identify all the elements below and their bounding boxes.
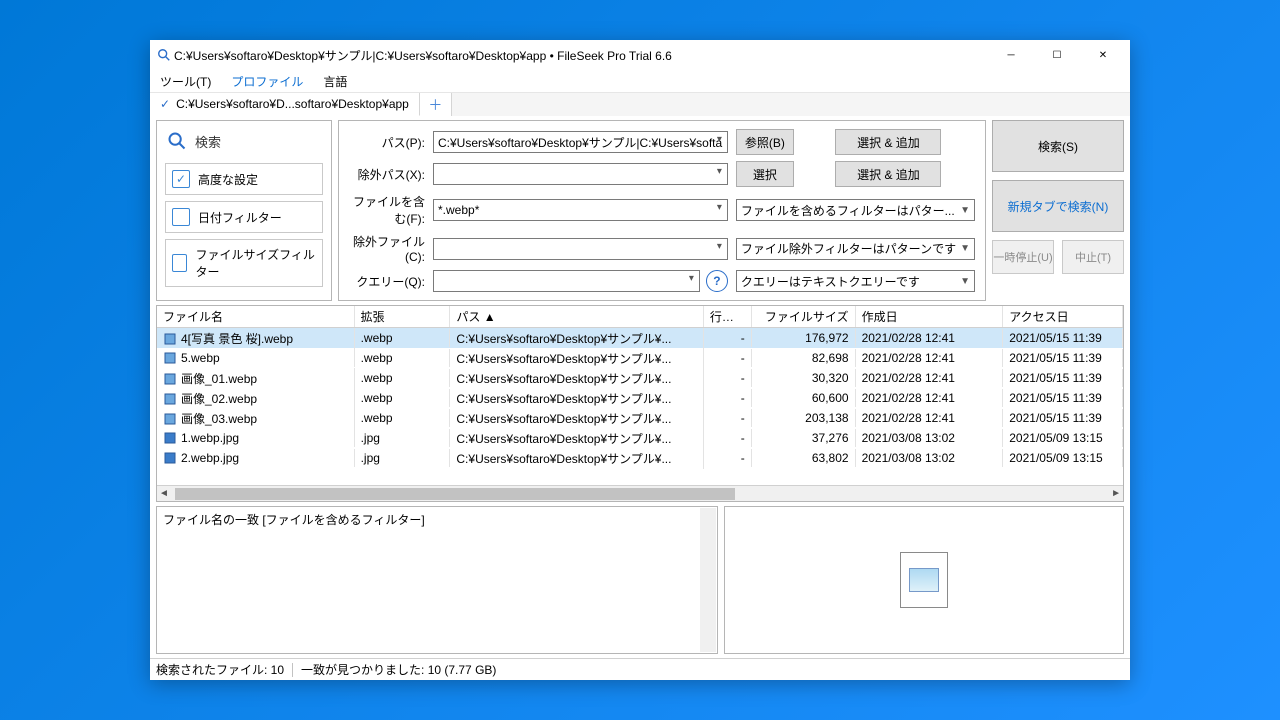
file-icon [163, 372, 177, 386]
search-form: パス(P): 参照(B) 選択 & 追加 除外パス(X): 選択 選択 & 追加… [338, 120, 986, 301]
select-add-button-1[interactable]: 選択 & 追加 [835, 129, 941, 155]
app-icon [156, 47, 172, 63]
tab-active[interactable]: ✓ C:¥Users¥softaro¥D...softaro¥Desktop¥a… [150, 93, 420, 116]
new-tab-search-button[interactable]: 新規タブで検索(N) [992, 180, 1124, 232]
close-button[interactable]: ✕ [1080, 40, 1126, 70]
scroll-right-icon[interactable]: ► [1111, 488, 1121, 499]
sidebar-advanced[interactable]: ✓ 高度な設定 [165, 163, 323, 195]
table-row[interactable]: 2.webp.jpg.jpgC:¥Users¥softaro¥Desktop¥サ… [157, 448, 1123, 468]
query-label: クエリー(Q): [349, 273, 425, 290]
query-type-dropdown[interactable]: クエリーはテキストクエリーです▼ [736, 270, 975, 292]
query-help-icon[interactable]: ? [706, 270, 728, 292]
table-row[interactable]: 4[写真 景色 桜].webp.webpC:¥Users¥softaro¥Des… [157, 328, 1123, 348]
status-found: 検索されたファイル: 10 [156, 661, 284, 678]
titlebar[interactable]: C:¥Users¥softaro¥Desktop¥サンプル|C:¥Users¥s… [150, 40, 1130, 70]
checkbox-icon [172, 254, 187, 272]
menu-profile[interactable]: プロファイル [227, 71, 307, 92]
checkbox-checked-icon: ✓ [172, 170, 190, 188]
status-matches: 一致が見つかりました: 10 (7.77 GB) [301, 661, 496, 678]
exclude-path-input[interactable] [433, 163, 728, 185]
checkbox-icon [172, 208, 190, 226]
sidebar: 検索 ✓ 高度な設定 日付フィルター ファイルサイズフィルター [156, 120, 332, 301]
file-icon [163, 451, 177, 465]
browse-button[interactable]: 参照(B) [736, 129, 794, 155]
include-filter-dropdown[interactable]: ファイルを含めるフィルターはパター...▼ [736, 199, 975, 221]
stop-button: 中止(T) [1062, 240, 1124, 274]
table-row[interactable]: 5.webp.webpC:¥Users¥softaro¥Desktop¥サンプル… [157, 348, 1123, 368]
statusbar: 検索されたファイル: 10 一致が見つかりました: 10 (7.77 GB) [150, 658, 1130, 680]
sidebar-size-filter[interactable]: ファイルサイズフィルター [165, 239, 323, 287]
select-button[interactable]: 選択 [736, 161, 794, 187]
check-icon: ✓ [160, 97, 170, 111]
file-icon [163, 351, 177, 365]
table-row[interactable]: 画像_01.webp.webpC:¥Users¥softaro¥Desktop¥… [157, 368, 1123, 388]
vertical-scrollbar[interactable] [700, 508, 716, 652]
sidebar-advanced-label: 高度な設定 [198, 171, 258, 188]
chevron-down-icon: ▼ [960, 243, 970, 254]
results-grid: ファイル名 拡張 パス ▲ 行番号 ファイルサイズ 作成日 アクセス日 4[写真… [156, 305, 1124, 502]
query-input[interactable] [433, 270, 700, 292]
include-input[interactable] [433, 199, 728, 221]
match-text: ファイル名の一致 [ファイルを含めるフィルター] [157, 507, 717, 532]
exclude-filter-dropdown[interactable]: ファイル除外フィルターはパターンです▼ [736, 238, 975, 260]
grid-header: ファイル名 拡張 パス ▲ 行番号 ファイルサイズ 作成日 アクセス日 [157, 306, 1123, 328]
path-input[interactable] [433, 131, 728, 153]
file-icon [163, 392, 177, 406]
col-size[interactable]: ファイルサイズ [752, 306, 856, 327]
sidebar-size-filter-label: ファイルサイズフィルター [195, 246, 316, 280]
col-line[interactable]: 行番号 [704, 306, 752, 327]
select-add-button-2[interactable]: 選択 & 追加 [835, 161, 941, 187]
add-tab-button[interactable]: ＋ [420, 93, 452, 116]
table-row[interactable]: 1.webp.jpg.jpgC:¥Users¥softaro¥Desktop¥サ… [157, 428, 1123, 448]
exclude-path-label: 除外パス(X): [349, 166, 425, 183]
col-ext[interactable]: 拡張 [355, 306, 451, 327]
minimize-button[interactable]: ─ [988, 40, 1034, 70]
horizontal-scrollbar[interactable]: ◄ ► [157, 485, 1123, 501]
scroll-left-icon[interactable]: ◄ [159, 488, 169, 499]
menubar: ツール(T) プロファイル 言語 [150, 70, 1130, 92]
search-icon [167, 131, 187, 151]
path-label: パス(P): [349, 134, 425, 151]
file-icon [163, 412, 177, 426]
table-row[interactable]: 画像_03.webp.webpC:¥Users¥softaro¥Desktop¥… [157, 408, 1123, 428]
grid-body[interactable]: 4[写真 景色 桜].webp.webpC:¥Users¥softaro¥Des… [157, 328, 1123, 485]
sidebar-date-filter-label: 日付フィルター [198, 209, 282, 226]
file-icon [163, 332, 177, 346]
col-path[interactable]: パス ▲ [450, 306, 703, 327]
menu-language[interactable]: 言語 [319, 71, 351, 92]
sidebar-search-label: 検索 [195, 132, 221, 151]
file-icon [163, 431, 177, 445]
include-label: ファイルを含む(F): [349, 193, 425, 227]
app-window: C:¥Users¥softaro¥Desktop¥サンプル|C:¥Users¥s… [150, 40, 1130, 680]
sidebar-search-heading: 検索 [165, 129, 323, 157]
col-accessed[interactable]: アクセス日 [1003, 306, 1123, 327]
window-title: C:¥Users¥softaro¥Desktop¥サンプル|C:¥Users¥s… [174, 47, 672, 64]
pause-button: 一時停止(U) [992, 240, 1054, 274]
scroll-thumb[interactable] [175, 488, 735, 500]
chevron-down-icon: ▼ [960, 276, 970, 287]
preview-panel [724, 506, 1124, 654]
exclude-file-label: 除外ファイル(C): [349, 233, 425, 264]
image-thumbnail-icon [900, 552, 948, 608]
sidebar-date-filter[interactable]: 日付フィルター [165, 201, 323, 233]
maximize-button[interactable]: ☐ [1034, 40, 1080, 70]
table-row[interactable]: 画像_02.webp.webpC:¥Users¥softaro¥Desktop¥… [157, 388, 1123, 408]
exclude-file-input[interactable] [433, 238, 728, 260]
tab-label: C:¥Users¥softaro¥D...softaro¥Desktop¥app [176, 97, 409, 111]
chevron-down-icon: ▼ [960, 205, 970, 216]
action-column: 検索(S) 新規タブで検索(N) 一時停止(U) 中止(T) [992, 120, 1124, 301]
menu-tool[interactable]: ツール(T) [156, 71, 215, 92]
col-created[interactable]: 作成日 [856, 306, 1004, 327]
match-panel: ファイル名の一致 [ファイルを含めるフィルター] [156, 506, 718, 654]
search-button[interactable]: 検索(S) [992, 120, 1124, 172]
col-filename[interactable]: ファイル名 [157, 306, 355, 327]
tabbar: ✓ C:¥Users¥softaro¥D...softaro¥Desktop¥a… [150, 92, 1130, 116]
